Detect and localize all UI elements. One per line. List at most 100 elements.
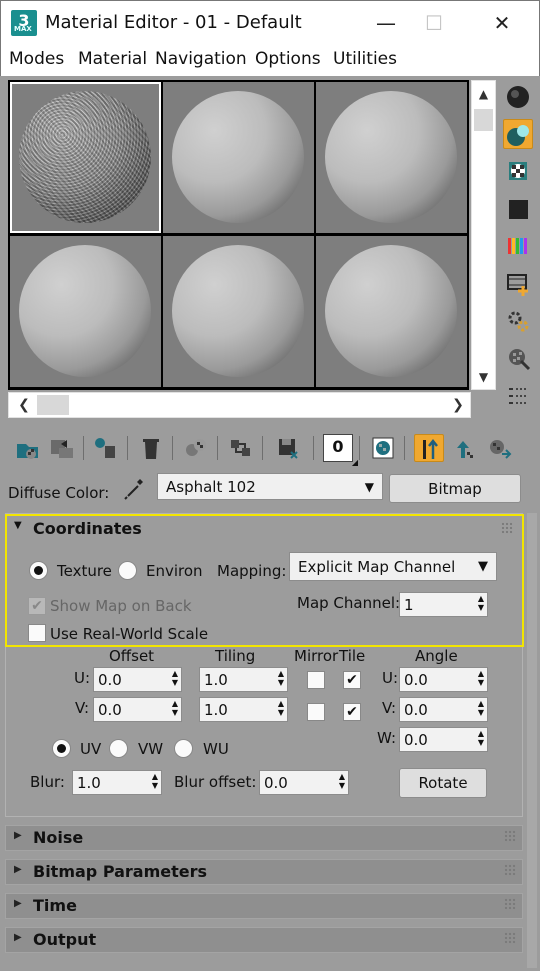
- sample-slot[interactable]: [10, 236, 161, 387]
- coordinates-title[interactable]: Coordinates: [33, 519, 142, 538]
- w-angle-spinner[interactable]: 0.0 ▲ ▼: [399, 727, 488, 752]
- select-by-material-icon[interactable]: [503, 343, 533, 373]
- blur-offset-spinner[interactable]: 0.0 ▲ ▼: [259, 770, 349, 795]
- show-end-result-icon[interactable]: [414, 434, 444, 462]
- u-tiling-spinner[interactable]: 1.0 ▲ ▼: [199, 667, 288, 692]
- sample-slot[interactable]: [10, 82, 161, 233]
- menu-material[interactable]: Material: [78, 49, 147, 69]
- background-square-icon[interactable]: [503, 194, 533, 224]
- v-offset-value: 0.0: [98, 701, 122, 719]
- collapse-triangle-icon[interactable]: ▼: [14, 520, 22, 531]
- material-id-channel-button[interactable]: 0 ◢: [323, 434, 358, 467]
- panel-scrollbar[interactable]: [527, 513, 537, 968]
- material-sphere: [325, 91, 457, 223]
- scroll-left-icon[interactable]: ❮: [13, 393, 35, 417]
- show-shaded-icon[interactable]: [368, 434, 398, 462]
- toolbar-separator: [172, 436, 173, 460]
- sample-slot[interactable]: [163, 236, 314, 387]
- spinner-arrows-icon[interactable]: ▲ ▼: [172, 699, 178, 717]
- v-tiling-spinner[interactable]: 1.0 ▲ ▼: [199, 697, 288, 722]
- u-offset-spinner[interactable]: 0.0 ▲ ▼: [93, 667, 182, 692]
- uv-tiling-icon[interactable]: [503, 231, 533, 261]
- material-map-navigator-icon[interactable]: [503, 381, 533, 411]
- v-label: V:: [75, 699, 90, 717]
- u-tile-checkbox[interactable]: ✔: [343, 671, 361, 689]
- map-channel-spinner[interactable]: 1 ▲ ▼: [399, 592, 488, 617]
- v-tile-checkbox[interactable]: ✔: [343, 703, 361, 721]
- scroll-up-icon[interactable]: ▲: [472, 81, 495, 107]
- minimize-button[interactable]: —: [361, 5, 411, 41]
- map-type-button[interactable]: Bitmap: [389, 474, 521, 503]
- spinner-arrows-icon[interactable]: ▲ ▼: [152, 772, 158, 790]
- spinner-arrows-icon[interactable]: ▲ ▼: [478, 699, 484, 717]
- uv-radio[interactable]: [52, 739, 71, 758]
- time-rollout[interactable]: ▶ Time: [5, 893, 523, 919]
- blur-spinner[interactable]: 1.0 ▲ ▼: [72, 770, 162, 795]
- menu-utilities[interactable]: Utilities: [333, 49, 397, 69]
- output-rollout[interactable]: ▶ Output: [5, 927, 523, 953]
- sample-slot[interactable]: [316, 82, 467, 233]
- spinner-arrows-icon[interactable]: ▲ ▼: [478, 729, 484, 747]
- u-mirror-checkbox[interactable]: [307, 671, 325, 689]
- scroll-right-icon[interactable]: ❯: [447, 393, 469, 417]
- vw-radio[interactable]: [109, 739, 128, 758]
- menu-options[interactable]: Options: [255, 49, 321, 69]
- scroll-thumb[interactable]: [474, 109, 493, 131]
- assign-to-selection-icon[interactable]: [91, 434, 121, 462]
- u-angle-spinner[interactable]: 0.0 ▲ ▼: [399, 667, 488, 692]
- drag-grip-icon[interactable]: [504, 898, 516, 910]
- put-to-library-icon[interactable]: [273, 434, 303, 462]
- sample-slot[interactable]: [163, 82, 314, 233]
- copy-material-icon[interactable]: [226, 434, 256, 462]
- app-icon-sublabel: MAX: [14, 25, 32, 33]
- go-to-parent-icon[interactable]: [449, 434, 479, 462]
- map-name-dropdown[interactable]: Asphalt 102 ▼: [157, 473, 383, 500]
- video-color-check-icon[interactable]: [503, 268, 533, 298]
- close-button[interactable]: ✕: [477, 5, 527, 41]
- spinner-arrows-icon[interactable]: ▲ ▼: [478, 594, 484, 612]
- reset-map-icon[interactable]: [136, 434, 166, 462]
- put-to-scene-icon[interactable]: [47, 434, 77, 462]
- noise-rollout[interactable]: ▶ Noise: [5, 825, 523, 851]
- v-offset-spinner[interactable]: 0.0 ▲ ▼: [93, 697, 182, 722]
- backlight-icon[interactable]: [503, 119, 533, 149]
- slots-vertical-scrollbar[interactable]: ▲ ▼: [471, 80, 496, 390]
- drag-grip-icon[interactable]: [504, 830, 516, 842]
- scroll-down-icon[interactable]: ▼: [472, 365, 495, 389]
- mapping-dropdown[interactable]: Explicit Map Channel ▼: [289, 552, 497, 581]
- sample-type-icon[interactable]: [503, 82, 533, 112]
- spinner-arrows-icon[interactable]: ▲ ▼: [478, 669, 484, 687]
- wu-radio[interactable]: [174, 739, 193, 758]
- spinner-arrows-icon[interactable]: ▲ ▼: [278, 669, 284, 687]
- background-checker-icon[interactable]: [503, 156, 533, 186]
- texture-radio[interactable]: [29, 561, 48, 580]
- scroll-thumb[interactable]: [37, 395, 69, 415]
- toolbar-separator: [359, 436, 360, 460]
- eyedropper-icon[interactable]: [120, 474, 148, 502]
- spinner-arrows-icon[interactable]: ▲ ▼: [339, 772, 345, 790]
- bitmap-parameters-rollout[interactable]: ▶ Bitmap Parameters: [5, 859, 523, 885]
- v-tiling-value: 1.0: [204, 701, 228, 719]
- v-angle-spinner[interactable]: 0.0 ▲ ▼: [399, 697, 488, 722]
- spinner-arrows-icon[interactable]: ▲ ▼: [172, 669, 178, 687]
- sample-slot[interactable]: [316, 236, 467, 387]
- go-forward-icon[interactable]: [484, 434, 514, 462]
- material-sphere: [19, 245, 151, 377]
- 3dsmax-app-icon[interactable]: 3 MAX: [11, 10, 37, 36]
- blur-offset-value: 0.0: [264, 774, 288, 792]
- make-preview-icon[interactable]: [503, 306, 533, 336]
- v-mirror-checkbox[interactable]: [307, 703, 325, 721]
- real-world-scale-checkbox[interactable]: [28, 624, 46, 642]
- drag-grip-icon[interactable]: [504, 932, 516, 944]
- slots-horizontal-scrollbar[interactable]: ❮ ❯: [8, 392, 471, 418]
- menu-navigation[interactable]: Navigation: [155, 49, 247, 69]
- wu-label: WU: [203, 740, 229, 758]
- spinner-arrows-icon[interactable]: ▲ ▼: [278, 699, 284, 717]
- rotate-button[interactable]: Rotate: [399, 768, 487, 798]
- menu-modes[interactable]: Modes: [9, 49, 64, 69]
- get-material-icon[interactable]: [13, 434, 43, 462]
- drag-grip-icon[interactable]: [504, 864, 516, 876]
- environ-radio[interactable]: [118, 561, 137, 580]
- drag-grip-icon[interactable]: [501, 522, 513, 534]
- make-unique-icon[interactable]: [181, 434, 211, 462]
